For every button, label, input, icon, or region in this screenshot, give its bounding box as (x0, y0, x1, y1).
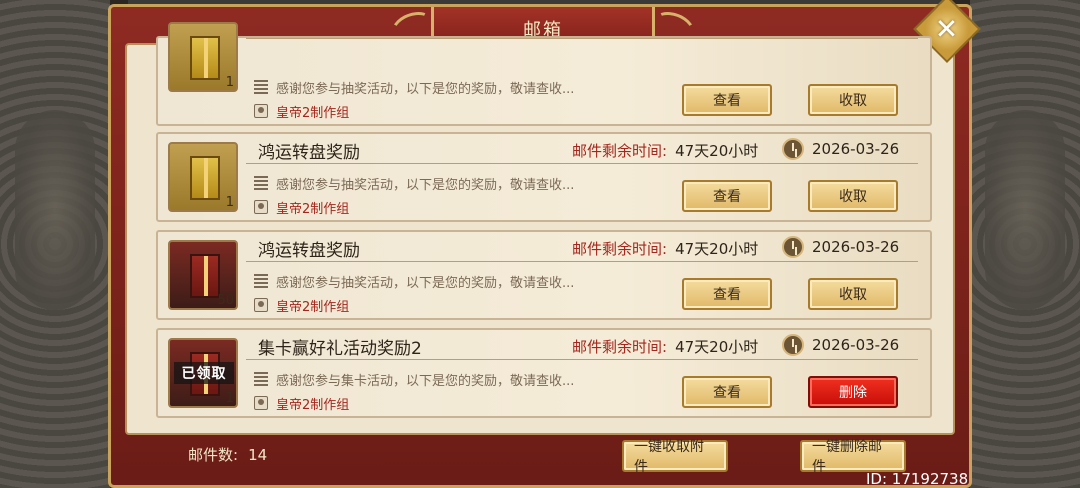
remain-time: 邮件剩余时间: 47天20小时 (572, 140, 758, 161)
mail-sender: 皇帝2制作组 (276, 106, 350, 121)
remain-time-value: 47天20小时 (675, 240, 759, 258)
mail-title: 鸿运转盘奖励 (258, 143, 360, 163)
mail-row[interactable]: 50 鸿运转盘奖励 邮件剩余时间: 47天20小时 2026-03-26 感谢您参… (156, 230, 932, 320)
remain-time-label: 邮件剩余时间: (572, 240, 668, 258)
collect-button[interactable]: 收取 (808, 278, 898, 310)
delete-all-button[interactable]: 一键删除邮件 (800, 439, 906, 475)
mail-title: 集卡赢好礼活动奖励2 (258, 339, 422, 359)
mail-row[interactable]: 1 感谢您参与抽奖活动，以下是您的奖励，敬请查收... 皇帝2制作组 查看 收取 (156, 22, 932, 126)
document-icon (254, 274, 268, 288)
remain-time-label: 邮件剩余时间: (572, 338, 668, 356)
row-divider (246, 359, 918, 360)
mail-sender: 皇帝2制作组 (276, 202, 350, 217)
row-divider (246, 163, 918, 164)
clock-icon (782, 138, 804, 160)
attachment-count: 1 (225, 195, 234, 210)
left-decor-panel (0, 0, 110, 488)
attachment-count: 50 (217, 293, 234, 308)
mail-row[interactable]: 已领取 1 集卡赢好礼活动奖励2 邮件剩余时间: 47天20小时 2026-03-… (156, 328, 932, 418)
clock-icon (782, 236, 804, 258)
mail-sender: 皇帝2制作组 (276, 398, 350, 413)
mail-message: 感谢您参与抽奖活动，以下是您的奖励，敬请查收... (276, 178, 575, 193)
sender-icon (254, 298, 268, 312)
red-envelope-icon (190, 254, 220, 298)
red-envelope-icon (190, 156, 220, 200)
mail-message: 感谢您参与集卡活动，以下是您的奖励，敬请查收... (276, 374, 575, 389)
close-icon: ✕ (935, 12, 959, 46)
row-divider (246, 261, 918, 262)
collect-all-button[interactable]: 一键收取附件 (622, 439, 728, 475)
view-button[interactable]: 查看 (682, 84, 772, 116)
remain-time: 邮件剩余时间: 47天20小时 (572, 336, 758, 357)
mail-row[interactable]: 1 鸿运转盘奖励 邮件剩余时间: 47天20小时 2026-03-26 感谢您参与… (156, 132, 932, 222)
remain-time-value: 47天20小时 (675, 338, 759, 356)
delete-button[interactable]: 删除 (808, 376, 898, 408)
collect-button[interactable]: 收取 (808, 84, 898, 116)
claimed-stamp: 已领取 (174, 362, 234, 384)
collect-button[interactable]: 收取 (808, 180, 898, 212)
document-icon (254, 372, 268, 386)
mail-count-label: 邮件数: (188, 446, 239, 464)
mail-date: 2026-03-26 (812, 336, 900, 354)
mail-attachment-thumb[interactable]: 50 (168, 240, 238, 310)
remain-time-value: 47天20小时 (675, 142, 759, 160)
mail-count: 邮件数: 14 (188, 444, 267, 465)
mail-message: 感谢您参与抽奖活动，以下是您的奖励，敬请查收... (276, 82, 575, 97)
attachment-count: 1 (225, 391, 234, 406)
view-button[interactable]: 查看 (682, 278, 772, 310)
mail-attachment-thumb[interactable]: 1 (168, 142, 238, 212)
sender-icon (254, 104, 268, 118)
sender-icon (254, 396, 268, 410)
mail-sender: 皇帝2制作组 (276, 300, 350, 315)
mail-attachment-thumb[interactable]: 1 (168, 22, 238, 92)
red-envelope-icon (190, 36, 220, 80)
document-icon (254, 176, 268, 190)
remain-time-label: 邮件剩余时间: (572, 142, 668, 160)
mail-title: 鸿运转盘奖励 (258, 241, 360, 261)
clock-icon (782, 334, 804, 356)
document-icon (254, 80, 268, 94)
mail-date: 2026-03-26 (812, 238, 900, 256)
mail-count-value: 14 (248, 446, 268, 464)
row-divider (246, 38, 918, 39)
sender-icon (254, 200, 268, 214)
attachment-count: 1 (225, 75, 234, 90)
right-decor-panel (970, 0, 1080, 488)
remain-time: 邮件剩余时间: 47天20小时 (572, 238, 758, 259)
mail-attachment-thumb[interactable]: 已领取 1 (168, 338, 238, 408)
mail-date: 2026-03-26 (812, 140, 900, 158)
view-button[interactable]: 查看 (682, 180, 772, 212)
mail-message: 感谢您参与抽奖活动，以下是您的奖励，敬请查收... (276, 276, 575, 291)
user-id: ID: 17192738 (866, 470, 969, 488)
view-button[interactable]: 查看 (682, 376, 772, 408)
